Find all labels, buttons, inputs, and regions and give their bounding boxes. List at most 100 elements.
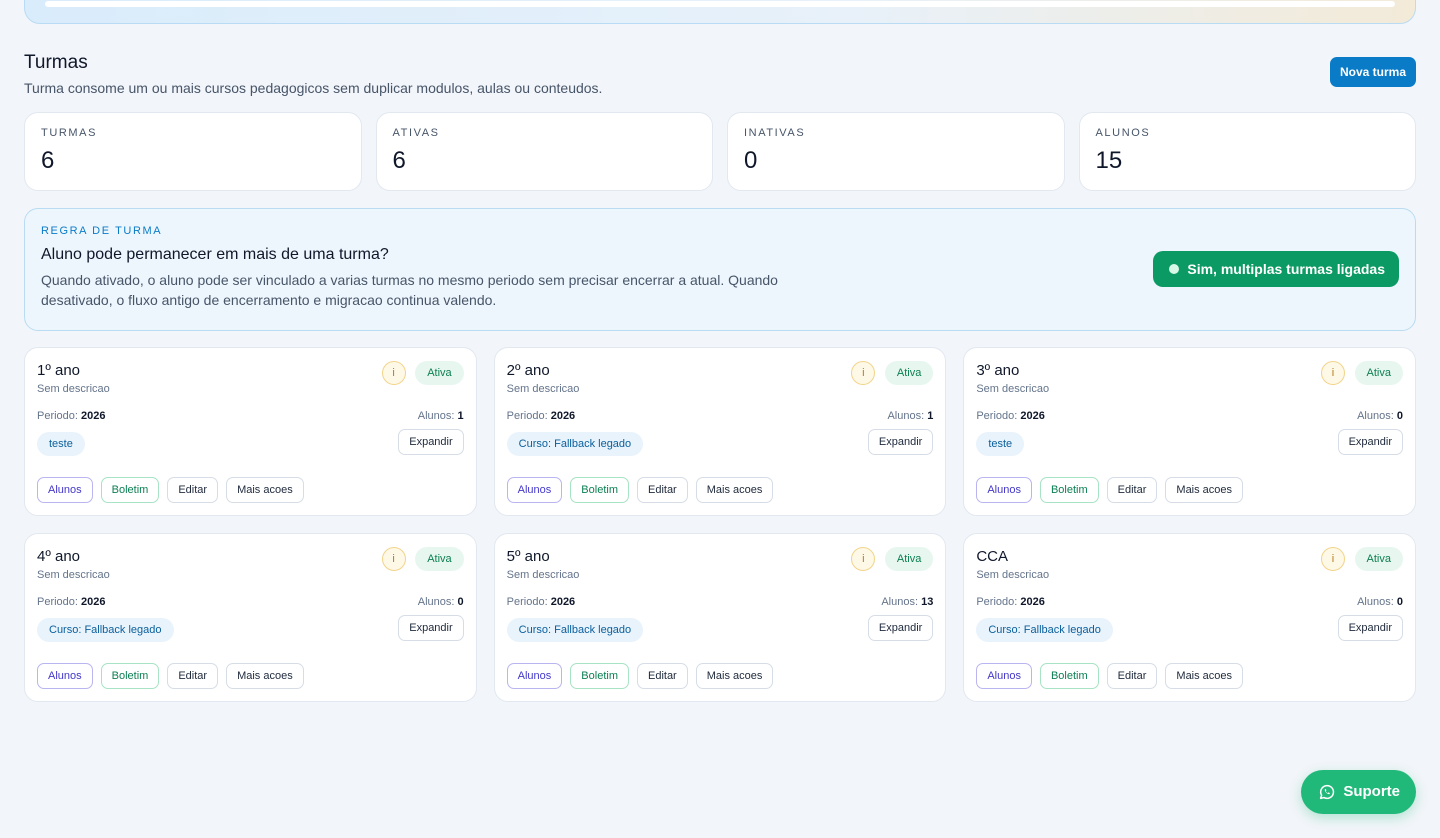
card-actions: Alunos Boletim Editar Mais acoes — [37, 477, 304, 503]
class-meta: Periodo: 2026 Alunos: 1 — [37, 410, 464, 422]
stat-value: 15 — [1095, 147, 1123, 174]
card-actions: Alunos Boletim Editar Mais acoes — [37, 663, 304, 689]
period-meta: Periodo: 2026 — [506, 410, 576, 422]
alunos-button[interactable]: Alunos — [976, 663, 1032, 689]
stat-label: TURMAS — [41, 127, 98, 139]
info-icon[interactable]: i — [1320, 361, 1345, 385]
banner-bar — [45, 1, 1395, 7]
boletim-button[interactable]: Boletim — [100, 663, 160, 689]
page-header: Turmas Turma consome um ou mais cursos p… — [24, 52, 1416, 96]
info-icon[interactable]: i — [1320, 547, 1345, 571]
expand-button[interactable]: Expandir — [867, 615, 934, 641]
course-chip: teste — [37, 432, 85, 456]
course-row: Curso: Fallback legado Expandir — [976, 615, 1403, 644]
status-badge: Ativa — [884, 361, 934, 385]
more-actions-button[interactable]: Mais acoes — [226, 477, 304, 503]
edit-button[interactable]: Editar — [636, 663, 688, 689]
boletim-button[interactable]: Boletim — [570, 663, 629, 689]
course-row: teste Expandir — [976, 429, 1403, 458]
class-meta: Periodo: 2026 Alunos: 0 — [976, 410, 1403, 422]
class-rule-panel: REGRA DE TURMA Aluno pode permanecer em … — [24, 208, 1416, 331]
expand-button[interactable]: Expandir — [1337, 429, 1403, 455]
whatsapp-icon — [1320, 784, 1335, 800]
support-button[interactable]: Suporte — [1301, 770, 1416, 814]
class-description: Sem descricao — [37, 383, 110, 395]
top-banner — [24, 0, 1416, 24]
info-icon[interactable]: i — [851, 547, 876, 571]
more-actions-button[interactable]: Mais acoes — [226, 663, 304, 689]
period-meta: Periodo: 2026 — [37, 410, 106, 422]
card-actions: Alunos Boletim Editar Mais acoes — [506, 477, 774, 503]
edit-button[interactable]: Editar — [1106, 477, 1158, 503]
period-meta: Periodo: 2026 — [976, 410, 1045, 422]
alunos-button[interactable]: Alunos — [506, 477, 563, 503]
edit-button[interactable]: Editar — [167, 477, 219, 503]
new-class-button[interactable]: Nova turma — [1329, 57, 1416, 87]
page-subtitle: Turma consome um ou mais cursos pedagogi… — [24, 80, 603, 96]
boletim-button[interactable]: Boletim — [1039, 477, 1099, 503]
class-card: 4º ano Sem descricao i Ativa Periodo: 20… — [24, 533, 477, 702]
class-meta: Periodo: 2026 Alunos: 13 — [507, 596, 934, 608]
class-meta: Periodo: 2026 Alunos: 0 — [37, 596, 464, 608]
class-description: Sem descricao — [37, 569, 110, 581]
card-actions: Alunos Boletim Editar Mais acoes — [976, 477, 1244, 503]
alunos-button[interactable]: Alunos — [37, 477, 93, 503]
course-chip: Curso: Fallback legado — [506, 618, 644, 642]
students-meta: Alunos: 0 — [417, 596, 464, 608]
status-badge: Ativa — [415, 547, 464, 571]
more-actions-button[interactable]: Mais acoes — [695, 663, 774, 689]
expand-button[interactable]: Expandir — [398, 429, 464, 455]
period-meta: Periodo: 2026 — [37, 596, 106, 608]
class-description: Sem descricao — [976, 383, 1050, 395]
course-chip: Curso: Fallback legado — [976, 618, 1113, 642]
boletim-button[interactable]: Boletim — [1039, 663, 1099, 689]
stat-value: 6 — [41, 147, 55, 174]
expand-button[interactable]: Expandir — [1337, 615, 1403, 641]
edit-button[interactable]: Editar — [636, 477, 688, 503]
class-meta: Periodo: 2026 Alunos: 1 — [507, 410, 934, 422]
more-actions-button[interactable]: Mais acoes — [695, 477, 774, 503]
alunos-button[interactable]: Alunos — [506, 663, 563, 689]
status-badge: Ativa — [415, 361, 464, 385]
stat-value: 0 — [744, 147, 758, 174]
period-meta: Periodo: 2026 — [976, 596, 1045, 608]
toggle-dot-icon — [1169, 264, 1180, 274]
stat-ativas: ATIVAS 6 — [375, 112, 713, 191]
info-icon[interactable]: i — [381, 361, 406, 385]
info-icon[interactable]: i — [851, 361, 876, 385]
class-card: 3º ano Sem descricao i Ativa Periodo: 20… — [963, 347, 1416, 516]
more-actions-button[interactable]: Mais acoes — [1165, 663, 1244, 689]
course-chip: teste — [976, 432, 1025, 456]
card-actions: Alunos Boletim Editar Mais acoes — [976, 663, 1244, 689]
card-actions: Alunos Boletim Editar Mais acoes — [506, 663, 774, 689]
edit-button[interactable]: Editar — [167, 663, 219, 689]
students-meta: Alunos: 1 — [417, 410, 464, 422]
class-description: Sem descricao — [506, 569, 580, 581]
alunos-button[interactable]: Alunos — [37, 663, 93, 689]
alunos-button[interactable]: Alunos — [976, 477, 1032, 503]
class-card: 5º ano Sem descricao i Ativa Periodo: 20… — [493, 533, 947, 702]
more-actions-button[interactable]: Mais acoes — [1165, 477, 1244, 503]
course-chip: Curso: Fallback legado — [506, 432, 644, 456]
stat-label: ATIVAS — [392, 127, 440, 139]
status-badge: Ativa — [884, 547, 934, 571]
class-meta: Periodo: 2026 Alunos: 0 — [976, 596, 1403, 608]
students-meta: Alunos: 13 — [881, 596, 934, 608]
stat-turmas: TURMAS 6 — [24, 112, 362, 191]
class-card: CCA Sem descricao i Ativa Periodo: 2026 … — [963, 533, 1416, 702]
multiple-classes-toggle[interactable]: Sim, multiplas turmas ligadas — [1153, 251, 1399, 287]
expand-button[interactable]: Expandir — [867, 429, 934, 455]
boletim-button[interactable]: Boletim — [570, 477, 629, 503]
toggle-label: Sim, multiplas turmas ligadas — [1187, 261, 1385, 277]
edit-button[interactable]: Editar — [1106, 663, 1158, 689]
expand-button[interactable]: Expandir — [398, 615, 464, 641]
course-row: Curso: Fallback legado Expandir — [37, 615, 464, 644]
course-row: Curso: Fallback legado Expandir — [506, 615, 934, 644]
stat-value: 6 — [392, 147, 406, 174]
support-label: Suporte — [1343, 783, 1400, 800]
class-description: Sem descricao — [506, 383, 580, 395]
boletim-button[interactable]: Boletim — [100, 477, 160, 503]
info-icon[interactable]: i — [381, 547, 406, 571]
class-cards-grid: 1º ano Sem descricao i Ativa Periodo: 20… — [24, 347, 1416, 702]
page-title: Turmas — [24, 52, 88, 73]
